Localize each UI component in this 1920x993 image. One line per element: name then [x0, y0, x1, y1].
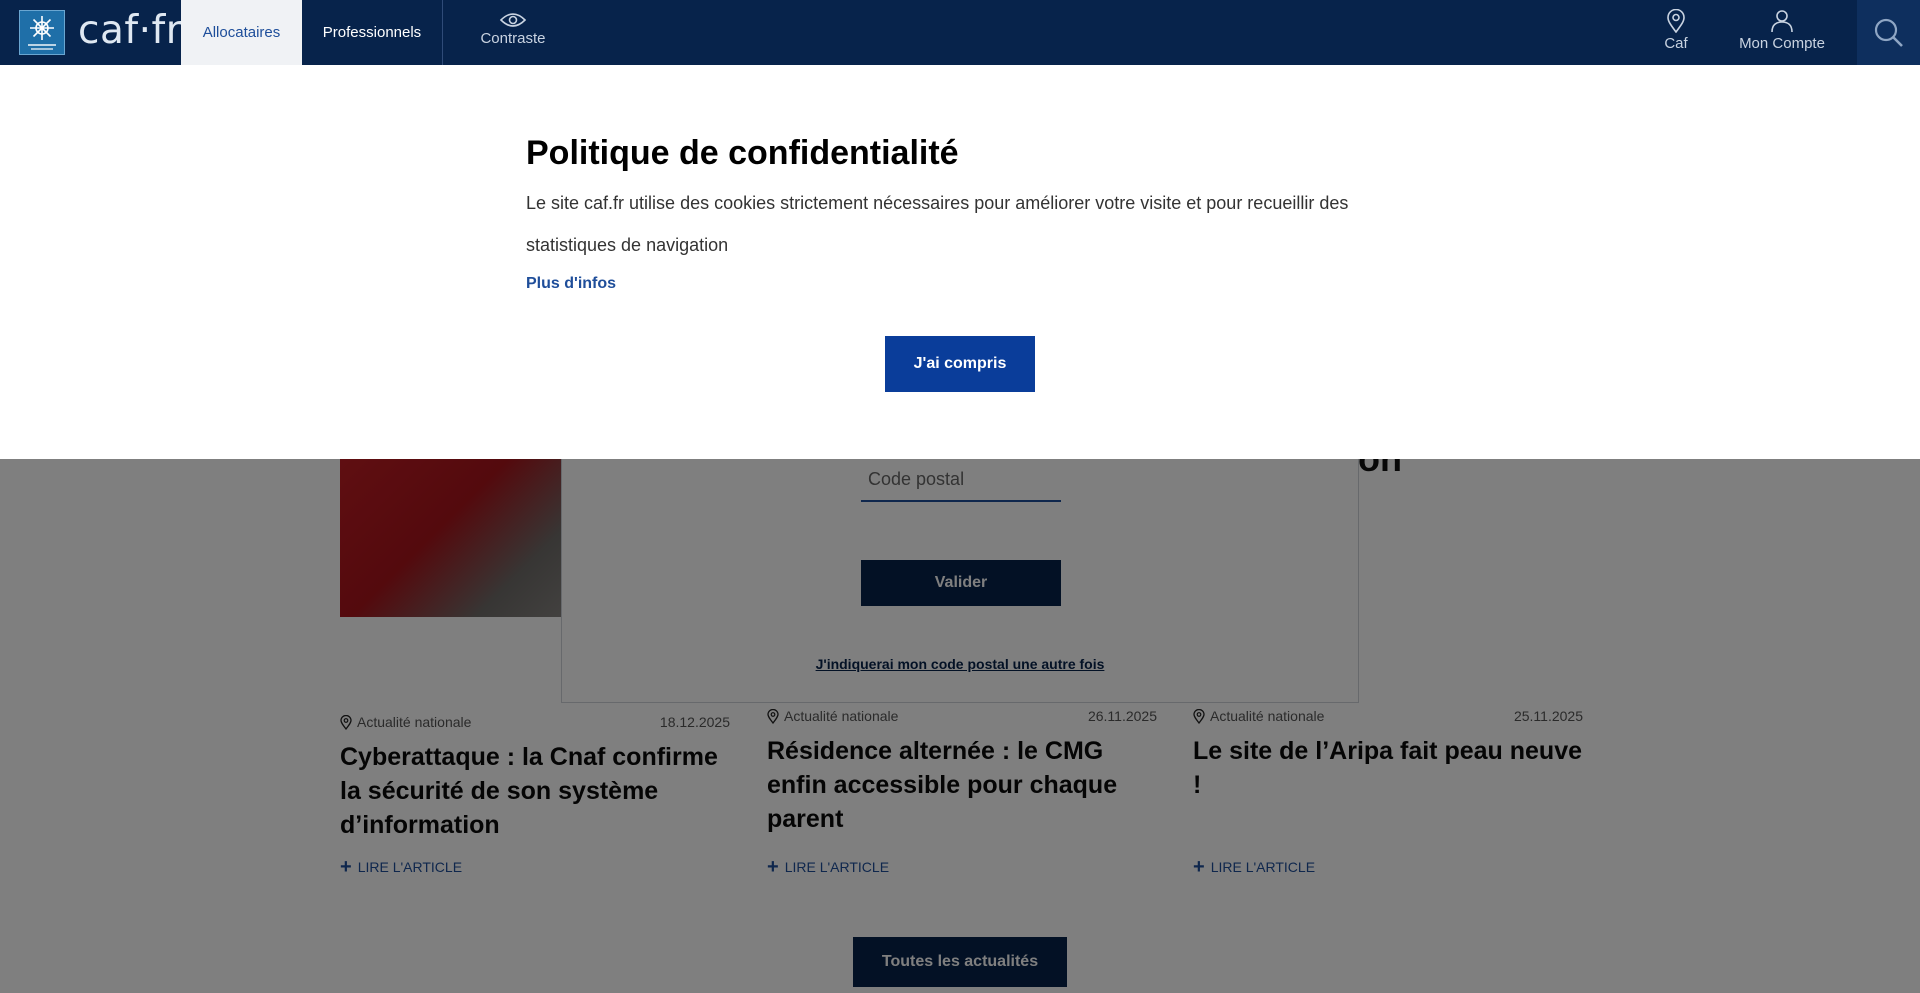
caf-locator-button[interactable]: Caf — [1640, 0, 1712, 65]
tab-professionnels[interactable]: Professionnels — [302, 0, 443, 65]
cookie-accept-button[interactable]: J'ai compris — [885, 336, 1035, 392]
contrast-label: Contraste — [480, 30, 546, 47]
user-icon — [1771, 10, 1793, 33]
caf-logo-icon[interactable] — [19, 10, 65, 55]
search-icon — [1874, 18, 1903, 47]
account-label: Mon Compte — [1739, 35, 1825, 52]
search-button[interactable] — [1857, 0, 1920, 65]
site-logo-text[interactable]: caf·fr — [78, 8, 182, 53]
tab-allocataires[interactable]: Allocataires — [181, 0, 302, 65]
cookie-title: Politique de confidentialité — [526, 134, 959, 172]
cookie-banner: Politique de confidentialité Le site caf… — [0, 65, 1920, 459]
cookie-more-info-link[interactable]: Plus d'infos — [526, 275, 616, 293]
location-pin-icon — [1667, 9, 1685, 33]
caf-label: Caf — [1664, 35, 1688, 52]
cookie-text: Le site caf.fr utilise des cookies stric… — [526, 193, 1349, 255]
eye-icon — [499, 13, 527, 27]
account-button[interactable]: Mon Compte — [1720, 0, 1844, 65]
top-navigation-bar: caf·fr Allocataires Professionnels Contr… — [0, 0, 1920, 65]
contrast-toggle[interactable]: Contraste — [443, 0, 583, 65]
